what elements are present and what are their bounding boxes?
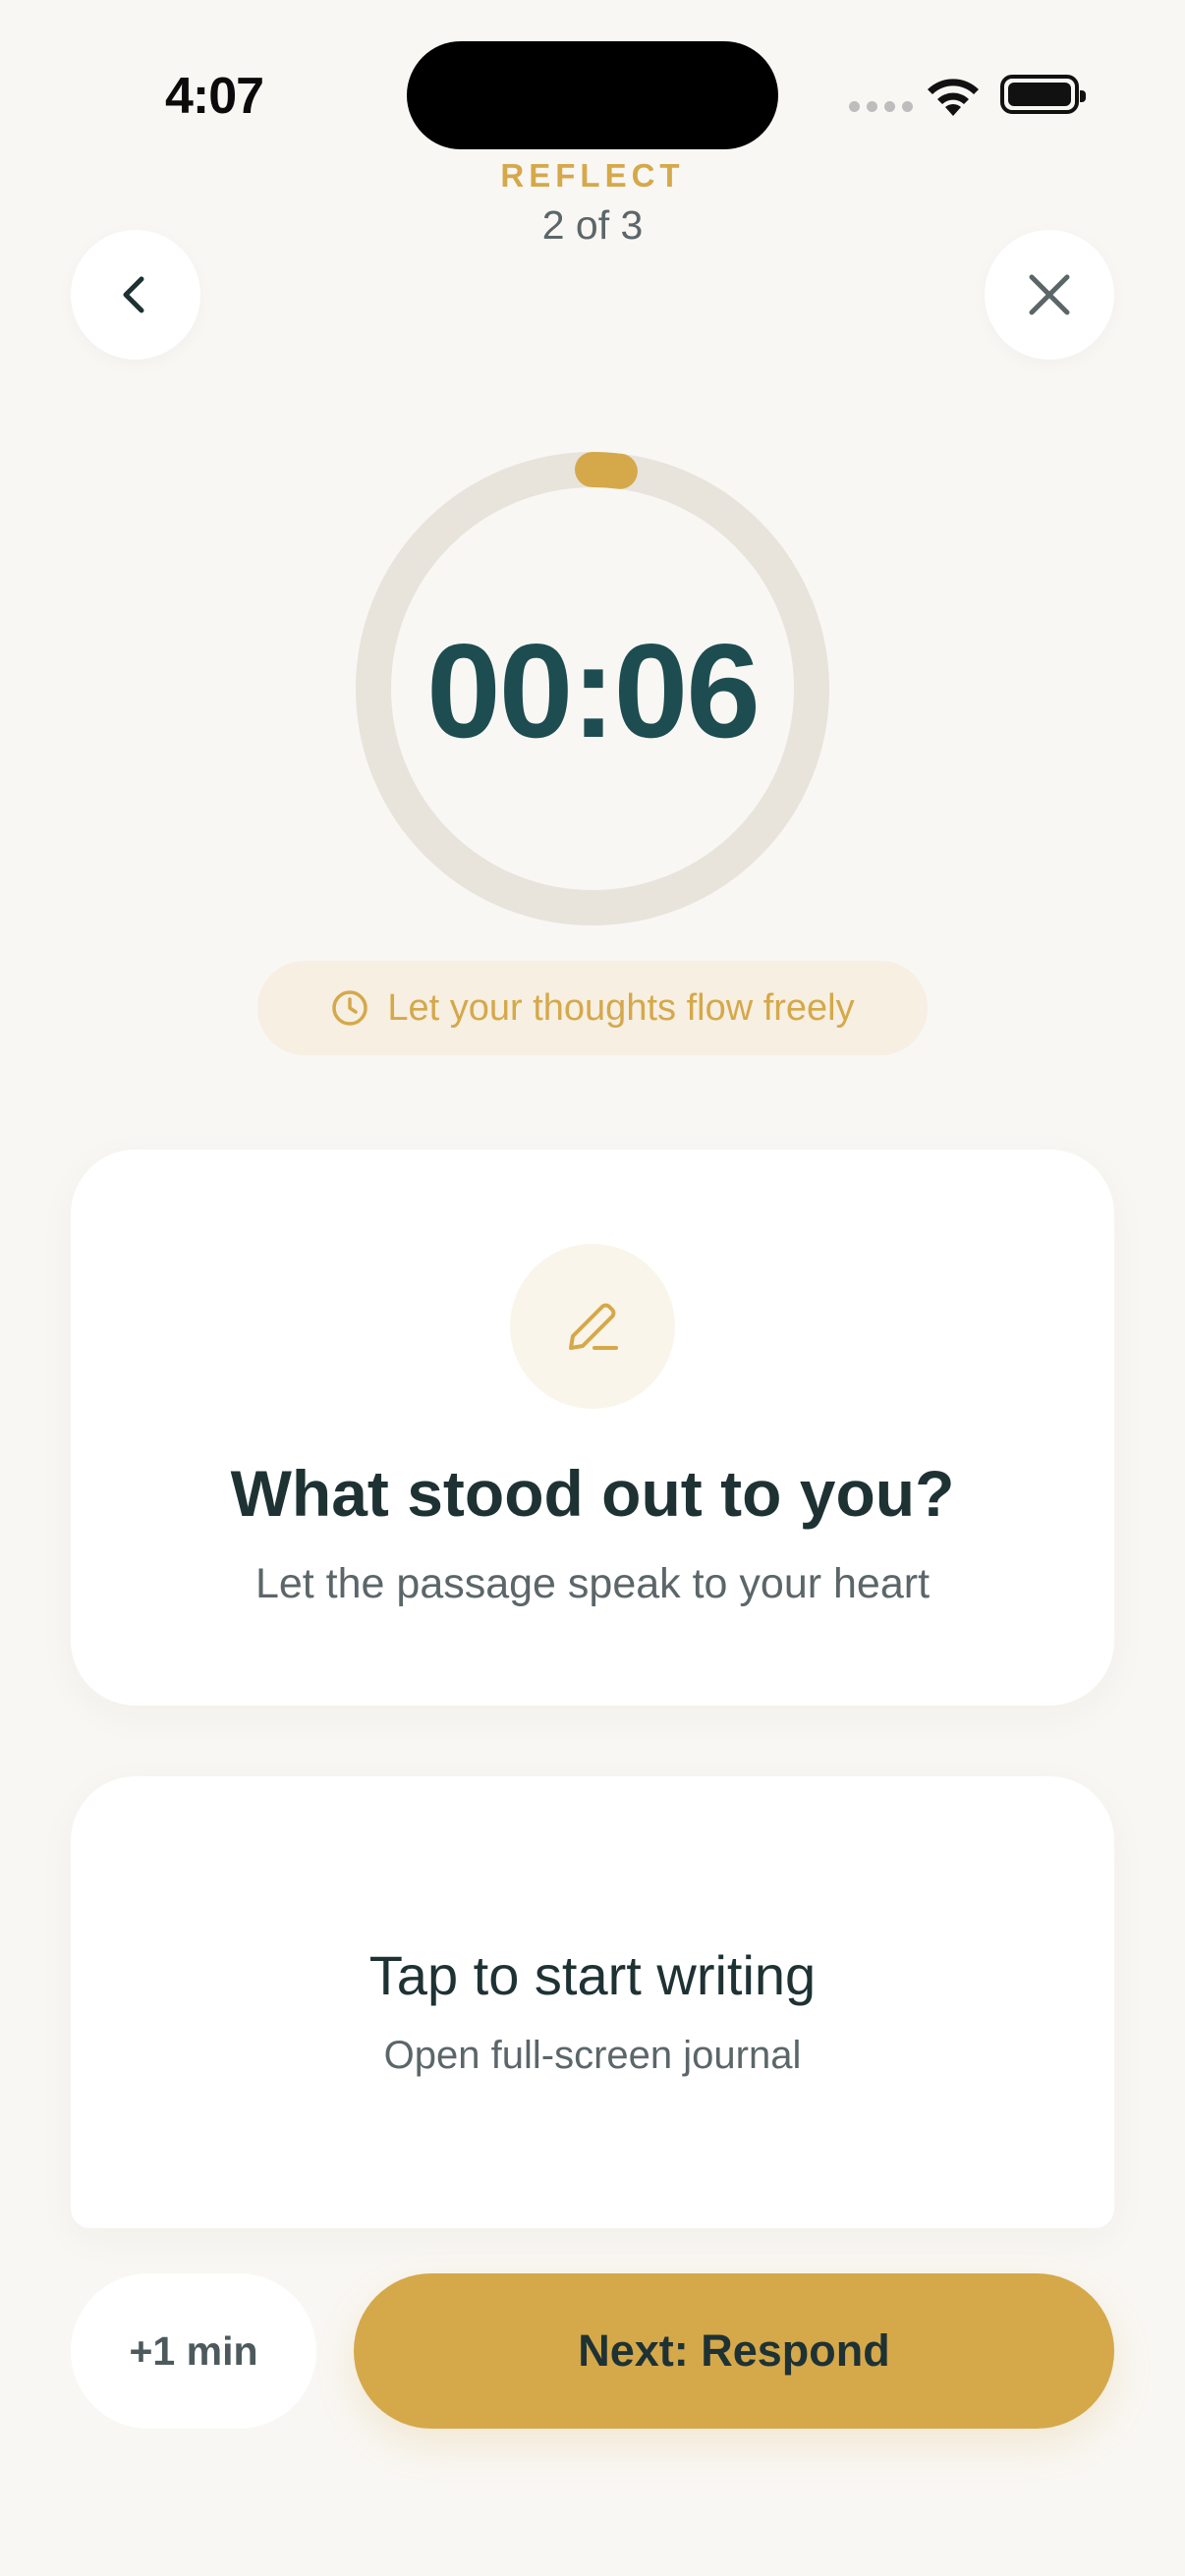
close-icon [1029, 274, 1070, 315]
battery-icon [1000, 75, 1086, 114]
next-respond-button[interactable]: Next: Respond [354, 2273, 1114, 2429]
wifi-icon [928, 79, 979, 116]
cellular-signal-icon [849, 101, 913, 112]
timer-display: 00:06 [426, 616, 761, 765]
status-time: 4:07 [165, 68, 264, 125]
step-label: REFLECT [500, 157, 685, 194]
dynamic-island [407, 41, 778, 149]
journal-subtitle: Open full-screen journal [383, 2034, 802, 2077]
prompt-title: What stood out to you? [230, 1457, 955, 1530]
add-minute-button[interactable]: +1 min [71, 2273, 316, 2429]
close-button[interactable] [985, 230, 1114, 360]
pencil-badge [510, 1244, 675, 1409]
pencil-icon [569, 1303, 618, 1350]
journal-title: Tap to start writing [368, 1944, 817, 2006]
prompt-subtitle: Let the passage speak to your heart [254, 1560, 931, 1607]
step-count: 2 of 3 [541, 202, 644, 248]
chevron-left-icon [123, 276, 144, 313]
prompt-card: What stood out to you? Let the passage s… [71, 1149, 1114, 1706]
hint-text: Let your thoughts flow freely [387, 986, 855, 1029]
open-journal-card[interactable]: Tap to start writing Open full-screen jo… [71, 1776, 1114, 2228]
reflect-screen: 4:07 REFLECT 2 of 3 00:06 Let your thoug… [0, 0, 1185, 2576]
clock-icon [332, 990, 368, 1026]
hint-pill: Let your thoughts flow freely [257, 961, 928, 1055]
back-button[interactable] [71, 230, 200, 360]
